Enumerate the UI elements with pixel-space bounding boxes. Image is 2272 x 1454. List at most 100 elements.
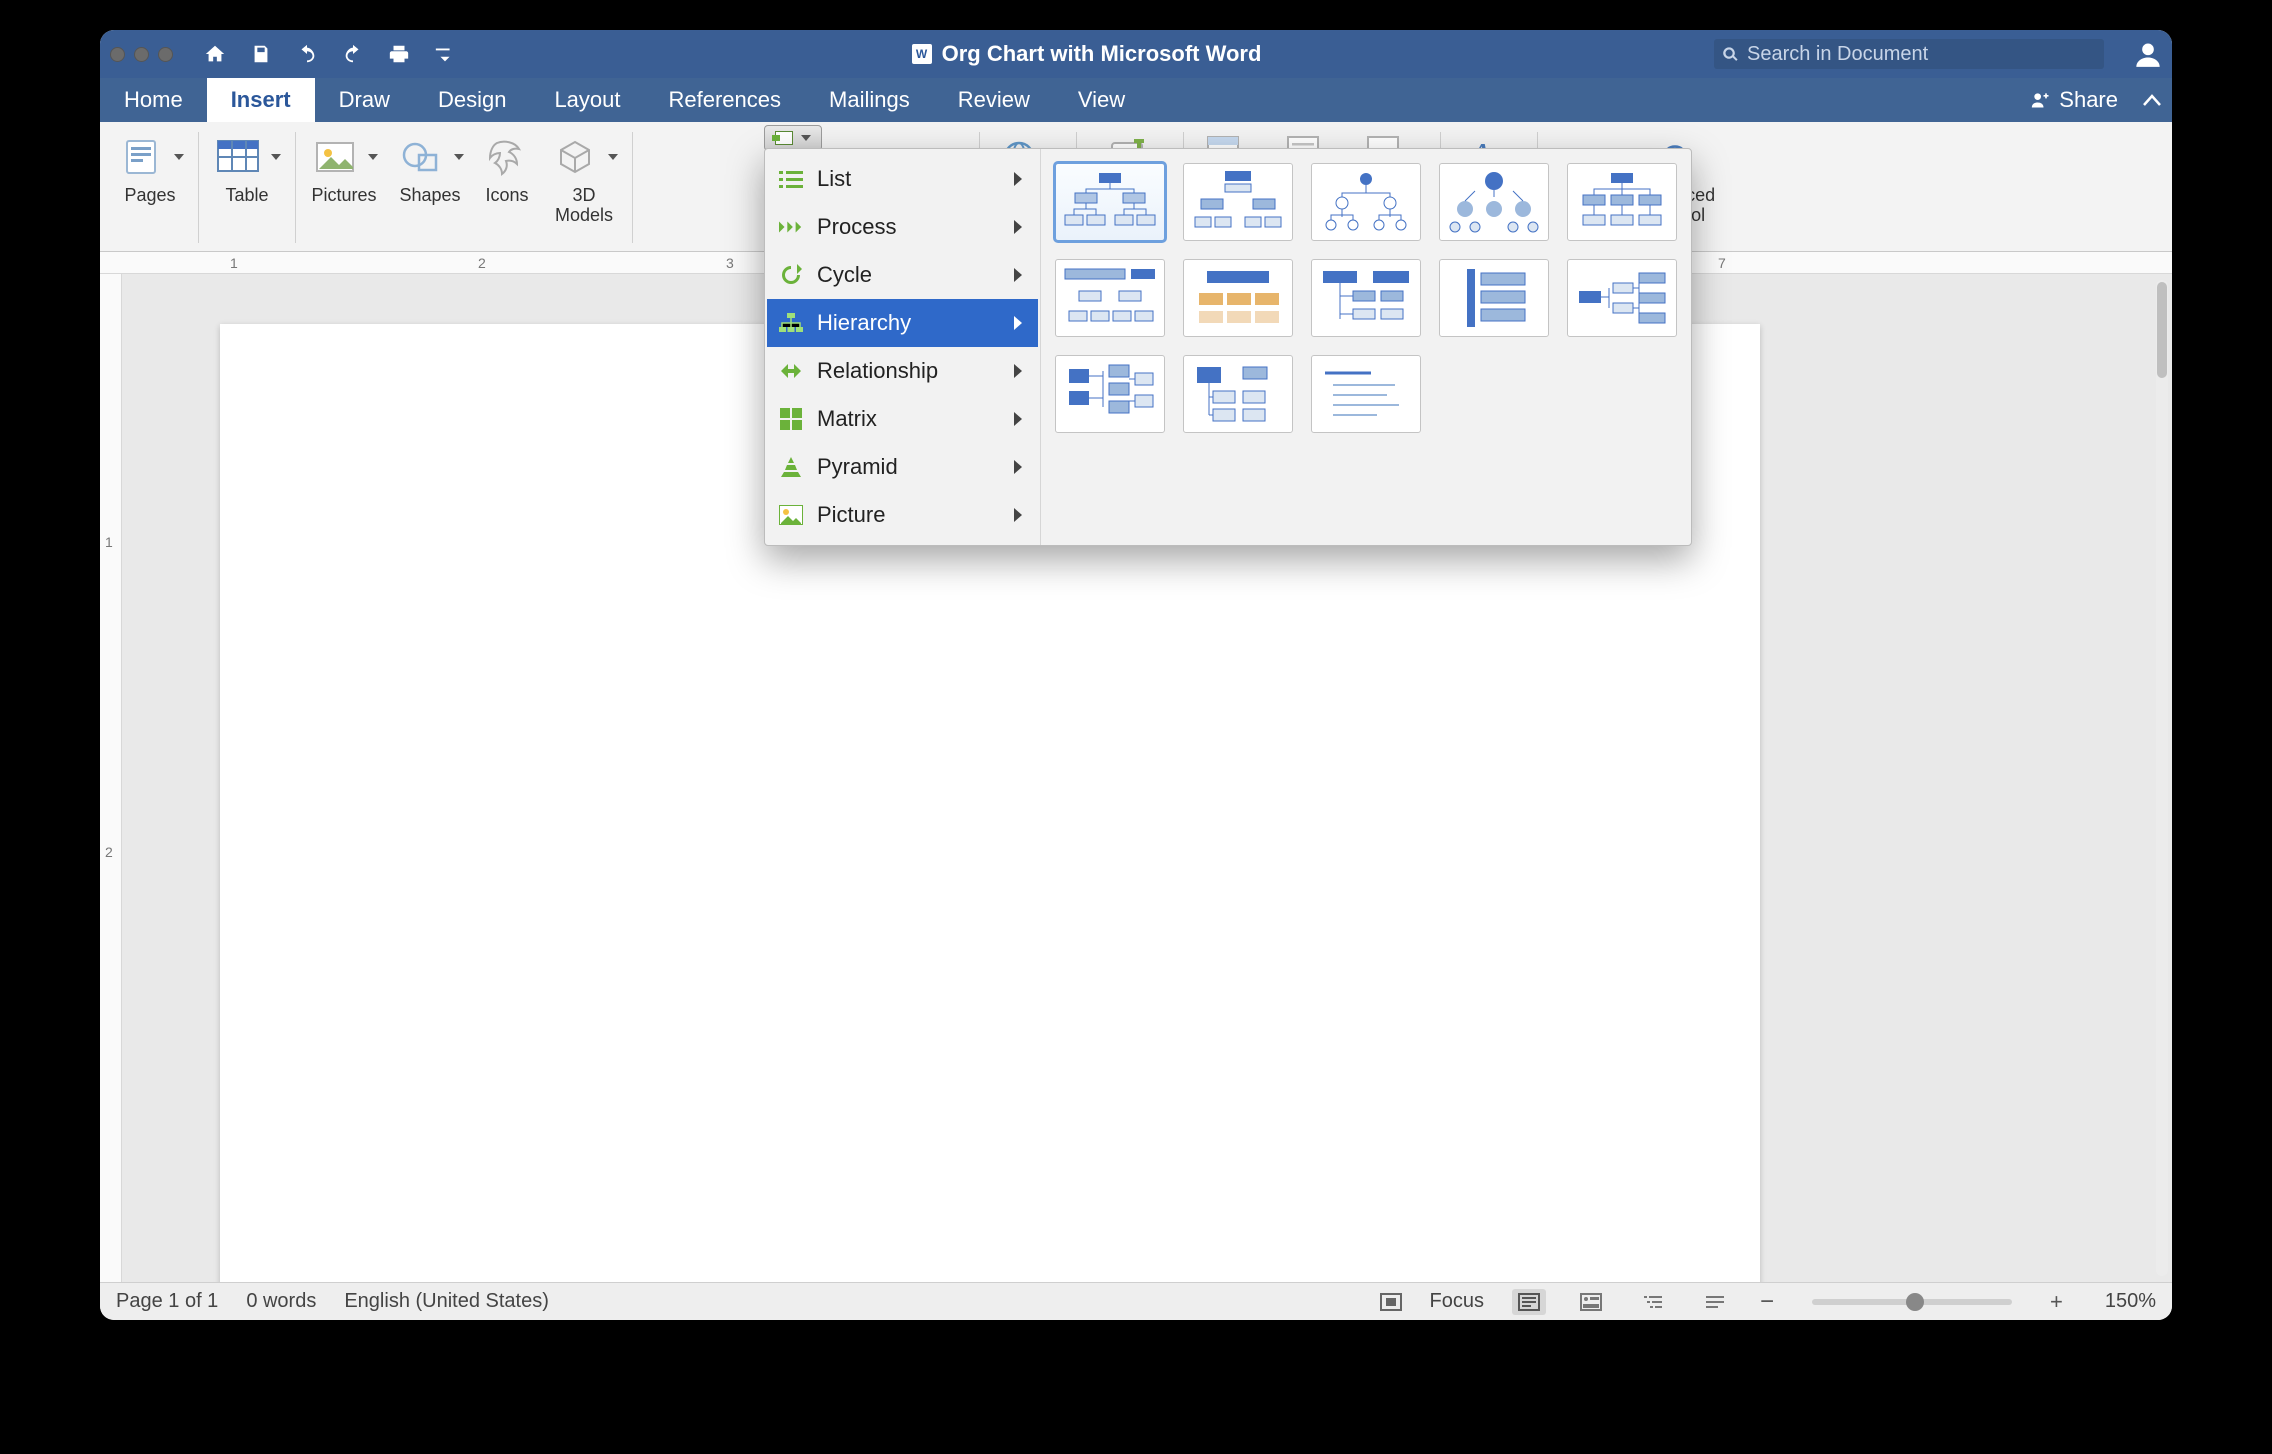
list-icon [779,167,803,191]
cat-label: Relationship [817,358,938,384]
chevron-right-icon [1014,508,1022,522]
shapes-button[interactable]: Shapes [390,130,470,208]
hierarchy-thumb-13[interactable] [1311,355,1421,433]
fullscreen-window-button[interactable] [158,47,173,62]
status-language[interactable]: English (United States) [344,1290,549,1313]
tab-references[interactable]: References [645,78,806,122]
status-page[interactable]: Page 1 of 1 [116,1290,218,1313]
qat-customize-icon[interactable] [431,40,459,68]
hierarchy-thumb-8[interactable] [1311,259,1421,337]
focus-mode-button[interactable]: Focus [1430,1290,1484,1313]
zoom-value[interactable]: 150% [2105,1290,2156,1313]
share-label: Share [2059,87,2118,113]
matrix-icon [779,407,803,431]
search-placeholder: Search in Document [1747,43,1928,66]
search-icon [1722,46,1739,63]
view-print-layout-icon[interactable] [1512,1289,1546,1315]
close-window-button[interactable] [110,47,125,62]
focus-icon [1380,1293,1402,1311]
view-outline-icon[interactable] [1636,1289,1670,1315]
smartart-cat-cycle[interactable]: Cycle [767,251,1038,299]
smartart-cat-relationship[interactable]: Relationship [767,347,1038,395]
tab-review[interactable]: Review [934,78,1054,122]
hierarchy-thumb-3[interactable] [1311,163,1421,241]
3d-models-button[interactable]: 3D Models [544,130,624,228]
relationship-icon [779,359,803,383]
zoom-slider[interactable] [1812,1299,2012,1305]
zoom-in-button[interactable]: + [2050,1289,2063,1315]
tab-view[interactable]: View [1054,78,1149,122]
smartart-cat-process[interactable]: Process [767,203,1038,251]
smartart-dropdown: List Process Cycle Hierarchy [764,148,1692,546]
status-bar: Page 1 of 1 0 words English (United Stat… [100,1282,2172,1320]
ribbon-tabs: Home Insert Draw Design Layout Reference… [100,78,2172,122]
hierarchy-thumb-5[interactable] [1567,163,1677,241]
titlebar: W Org Chart with Microsoft Word Search i… [100,30,2172,78]
hierarchy-thumb-7[interactable] [1183,259,1293,337]
status-words[interactable]: 0 words [246,1290,316,1313]
quick-access-toolbar [201,40,459,68]
tab-design[interactable]: Design [414,78,530,122]
undo-icon[interactable] [293,40,321,68]
hierarchy-thumb-10[interactable] [1567,259,1677,337]
hierarchy-thumb-1[interactable] [1055,163,1165,241]
view-draft-icon[interactable] [1698,1289,1732,1315]
cat-label: Pyramid [817,454,898,480]
smartart-cat-picture[interactable]: Picture [767,491,1038,539]
view-web-layout-icon[interactable] [1574,1289,1608,1315]
process-icon [779,215,803,239]
icons-button[interactable]: Icons [476,130,538,208]
picture-icon [779,503,803,527]
cat-label: Hierarchy [817,310,911,336]
chevron-right-icon [1014,268,1022,282]
smartart-cat-pyramid[interactable]: Pyramid [767,443,1038,491]
chevron-right-icon [1014,220,1022,234]
cat-label: Cycle [817,262,872,288]
hierarchy-thumb-11[interactable] [1055,355,1165,433]
collapse-ribbon-icon[interactable] [2132,78,2172,122]
hierarchy-thumb-4[interactable] [1439,163,1549,241]
smartart-category-list: List Process Cycle Hierarchy [765,149,1041,545]
hierarchy-thumb-2[interactable] [1183,163,1293,241]
tab-draw[interactable]: Draw [315,78,414,122]
ribbon: Pages Table Pictures [100,122,2172,252]
save-icon[interactable] [247,40,275,68]
smartart-cat-matrix[interactable]: Matrix [767,395,1038,443]
tab-home[interactable]: Home [100,78,207,122]
cat-label: Process [817,214,896,240]
cat-label: Matrix [817,406,877,432]
scrollbar-vertical[interactable] [2156,280,2168,1276]
traffic-lights [110,47,173,62]
smartart-cat-list[interactable]: List [767,155,1038,203]
chevron-right-icon [1014,460,1022,474]
hierarchy-thumb-9[interactable] [1439,259,1549,337]
table-button[interactable]: Table [207,130,287,208]
word-doc-icon: W [912,44,932,64]
ruler-vertical[interactable]: 12 [100,274,122,1282]
search-input[interactable]: Search in Document [1714,39,2104,69]
pictures-button[interactable]: Pictures [304,130,384,208]
pyramid-icon [779,455,803,479]
print-icon[interactable] [385,40,413,68]
hierarchy-thumb-12[interactable] [1183,355,1293,433]
home-icon[interactable] [201,40,229,68]
chevron-right-icon [1014,172,1022,186]
user-profile-icon[interactable] [2134,40,2162,68]
minimize-window-button[interactable] [134,47,149,62]
chevron-right-icon [1014,364,1022,378]
pages-button[interactable]: Pages [110,130,190,208]
cat-label: Picture [817,502,885,528]
chevron-right-icon [1014,412,1022,426]
tab-mailings[interactable]: Mailings [805,78,934,122]
hierarchy-thumb-6[interactable] [1055,259,1165,337]
zoom-out-button[interactable]: − [1760,1288,1774,1316]
tab-insert[interactable]: Insert [207,78,315,122]
tab-layout[interactable]: Layout [530,78,644,122]
cycle-icon [779,263,803,287]
chevron-right-icon [1014,316,1022,330]
share-button[interactable]: Share [2017,78,2132,122]
smartart-cat-hierarchy[interactable]: Hierarchy [767,299,1038,347]
app-window: W Org Chart with Microsoft Word Search i… [100,30,2172,1320]
redo-icon[interactable] [339,40,367,68]
title-text: Org Chart with Microsoft Word [942,41,1262,67]
